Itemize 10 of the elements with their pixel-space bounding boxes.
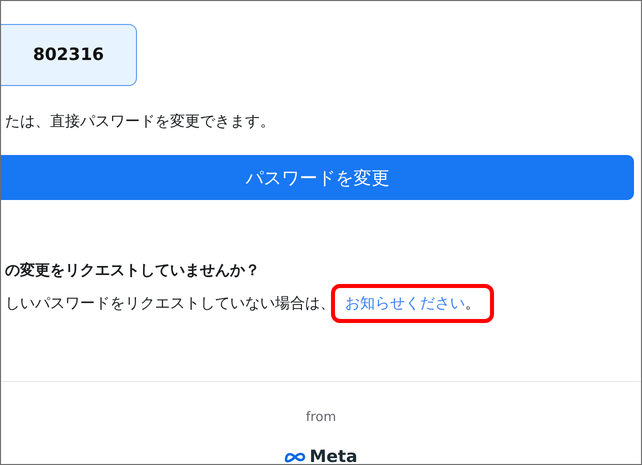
meta-logo-icon — [284, 451, 306, 463]
change-password-button[interactable]: パスワードを変更 — [1, 155, 634, 200]
from-label: from — [306, 410, 336, 425]
notice-heading: の変更をリクエストしていませんか？ — [5, 261, 261, 280]
report-link[interactable]: お知らせください — [345, 294, 465, 313]
notice-text: しいパスワードをリクエストしていない場合は、 — [5, 294, 335, 313]
instruction-text: たは、直接パスワードを変更できます。 — [5, 112, 276, 131]
brand-name: Meta — [309, 447, 358, 464]
period-text: 。 — [465, 294, 480, 313]
verification-code: 802316 — [1, 24, 137, 86]
